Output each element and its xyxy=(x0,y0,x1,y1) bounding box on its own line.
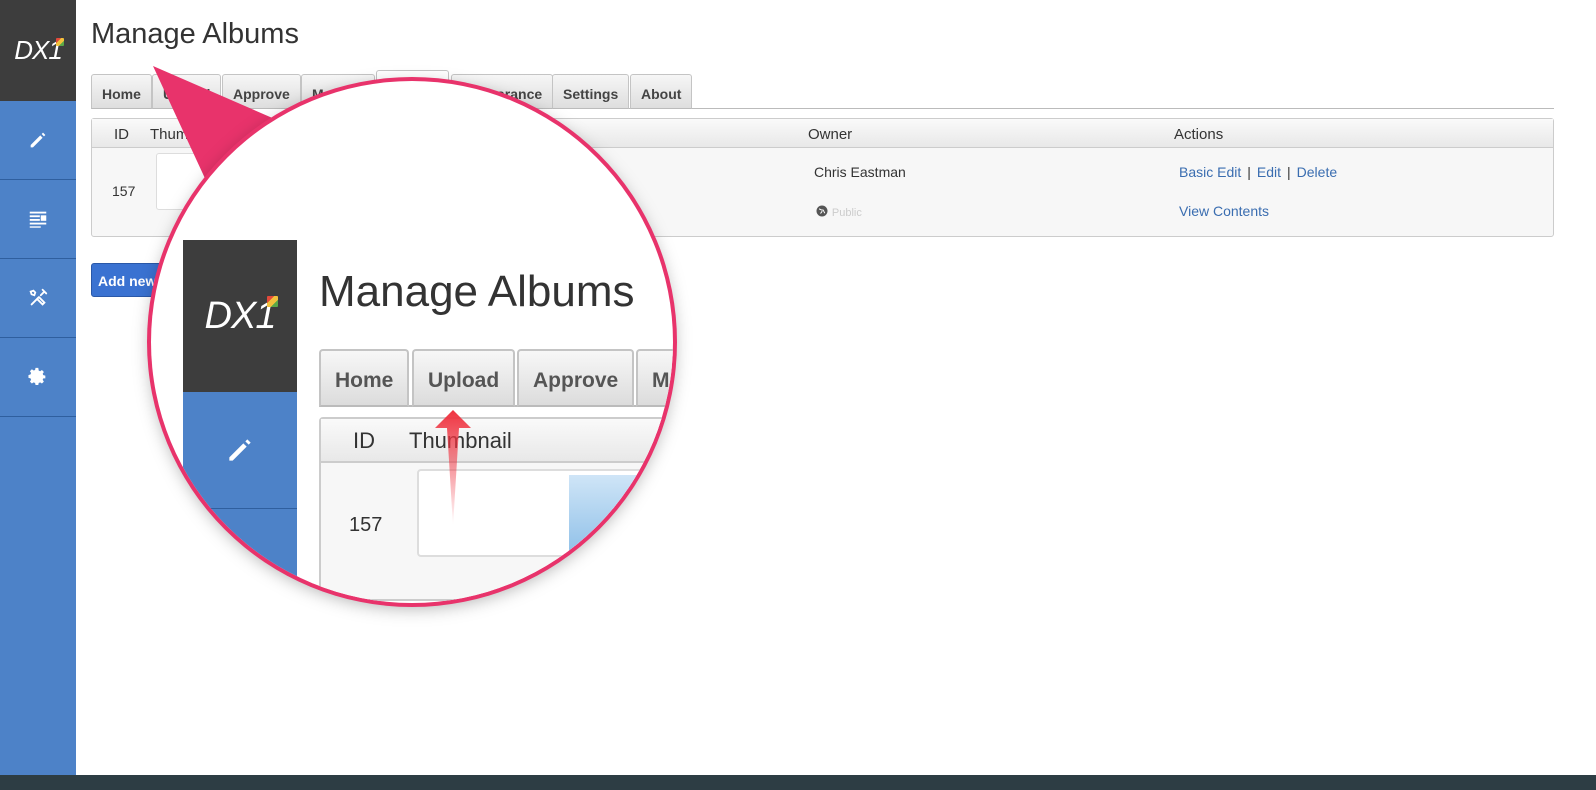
magnifier-callout: DX1 Manage Albums Home Upload Approve M … xyxy=(151,81,673,603)
zoom-tab-approve: Approve xyxy=(517,349,635,407)
tab-about[interactable]: About xyxy=(630,74,693,109)
zoom-logo-cube-icon xyxy=(267,296,278,307)
zoom-tab-bar: Home Upload Approve M xyxy=(319,347,673,407)
view-contents-link[interactable]: View Contents xyxy=(1179,203,1269,219)
zoom-page-title: Manage Albums xyxy=(319,267,635,316)
zoom-logo: DX1 xyxy=(183,240,297,392)
separator: | xyxy=(1287,164,1291,180)
zoom-sidebar: DX1 xyxy=(183,240,297,603)
delete-link[interactable]: Delete xyxy=(1297,164,1337,180)
basic-edit-link[interactable]: Basic Edit xyxy=(1179,164,1241,180)
zoom-pencil-icon xyxy=(229,439,251,461)
zoom-tab-manage: M xyxy=(636,349,673,407)
zoom-album-id: 157 xyxy=(349,514,383,536)
separator: | xyxy=(1247,164,1251,180)
zoom-sidebar-item-edit xyxy=(183,392,297,509)
column-owner[interactable]: Owner xyxy=(808,126,852,143)
thumbnail-image xyxy=(569,475,669,555)
row-actions: Basic Edit | Edit | Delete xyxy=(1179,164,1337,180)
album-owner: Chris Eastman xyxy=(814,164,906,180)
globe-icon xyxy=(816,205,828,217)
zoom-grid: ID Thumbnail 157 xyxy=(319,417,673,601)
zoom-tab-upload: Upload xyxy=(412,349,516,407)
zoom-logo-text: DX1 xyxy=(204,294,277,337)
visibility-status: Public xyxy=(816,203,862,219)
visibility-label: Public xyxy=(831,207,862,219)
column-actions: Actions xyxy=(1174,126,1224,143)
zoom-arrow-icon xyxy=(435,410,471,526)
edit-link[interactable]: Edit xyxy=(1257,164,1281,180)
sidebar-item-settings[interactable] xyxy=(0,338,76,417)
zoom-grid-header: ID Thumbnail xyxy=(321,419,673,463)
zoom-column-id: ID xyxy=(353,428,375,453)
zoom-tab-home: Home xyxy=(319,349,410,407)
bottom-bar xyxy=(0,775,1596,790)
gear-icon xyxy=(28,367,46,385)
tab-settings[interactable]: Settings xyxy=(552,74,630,109)
